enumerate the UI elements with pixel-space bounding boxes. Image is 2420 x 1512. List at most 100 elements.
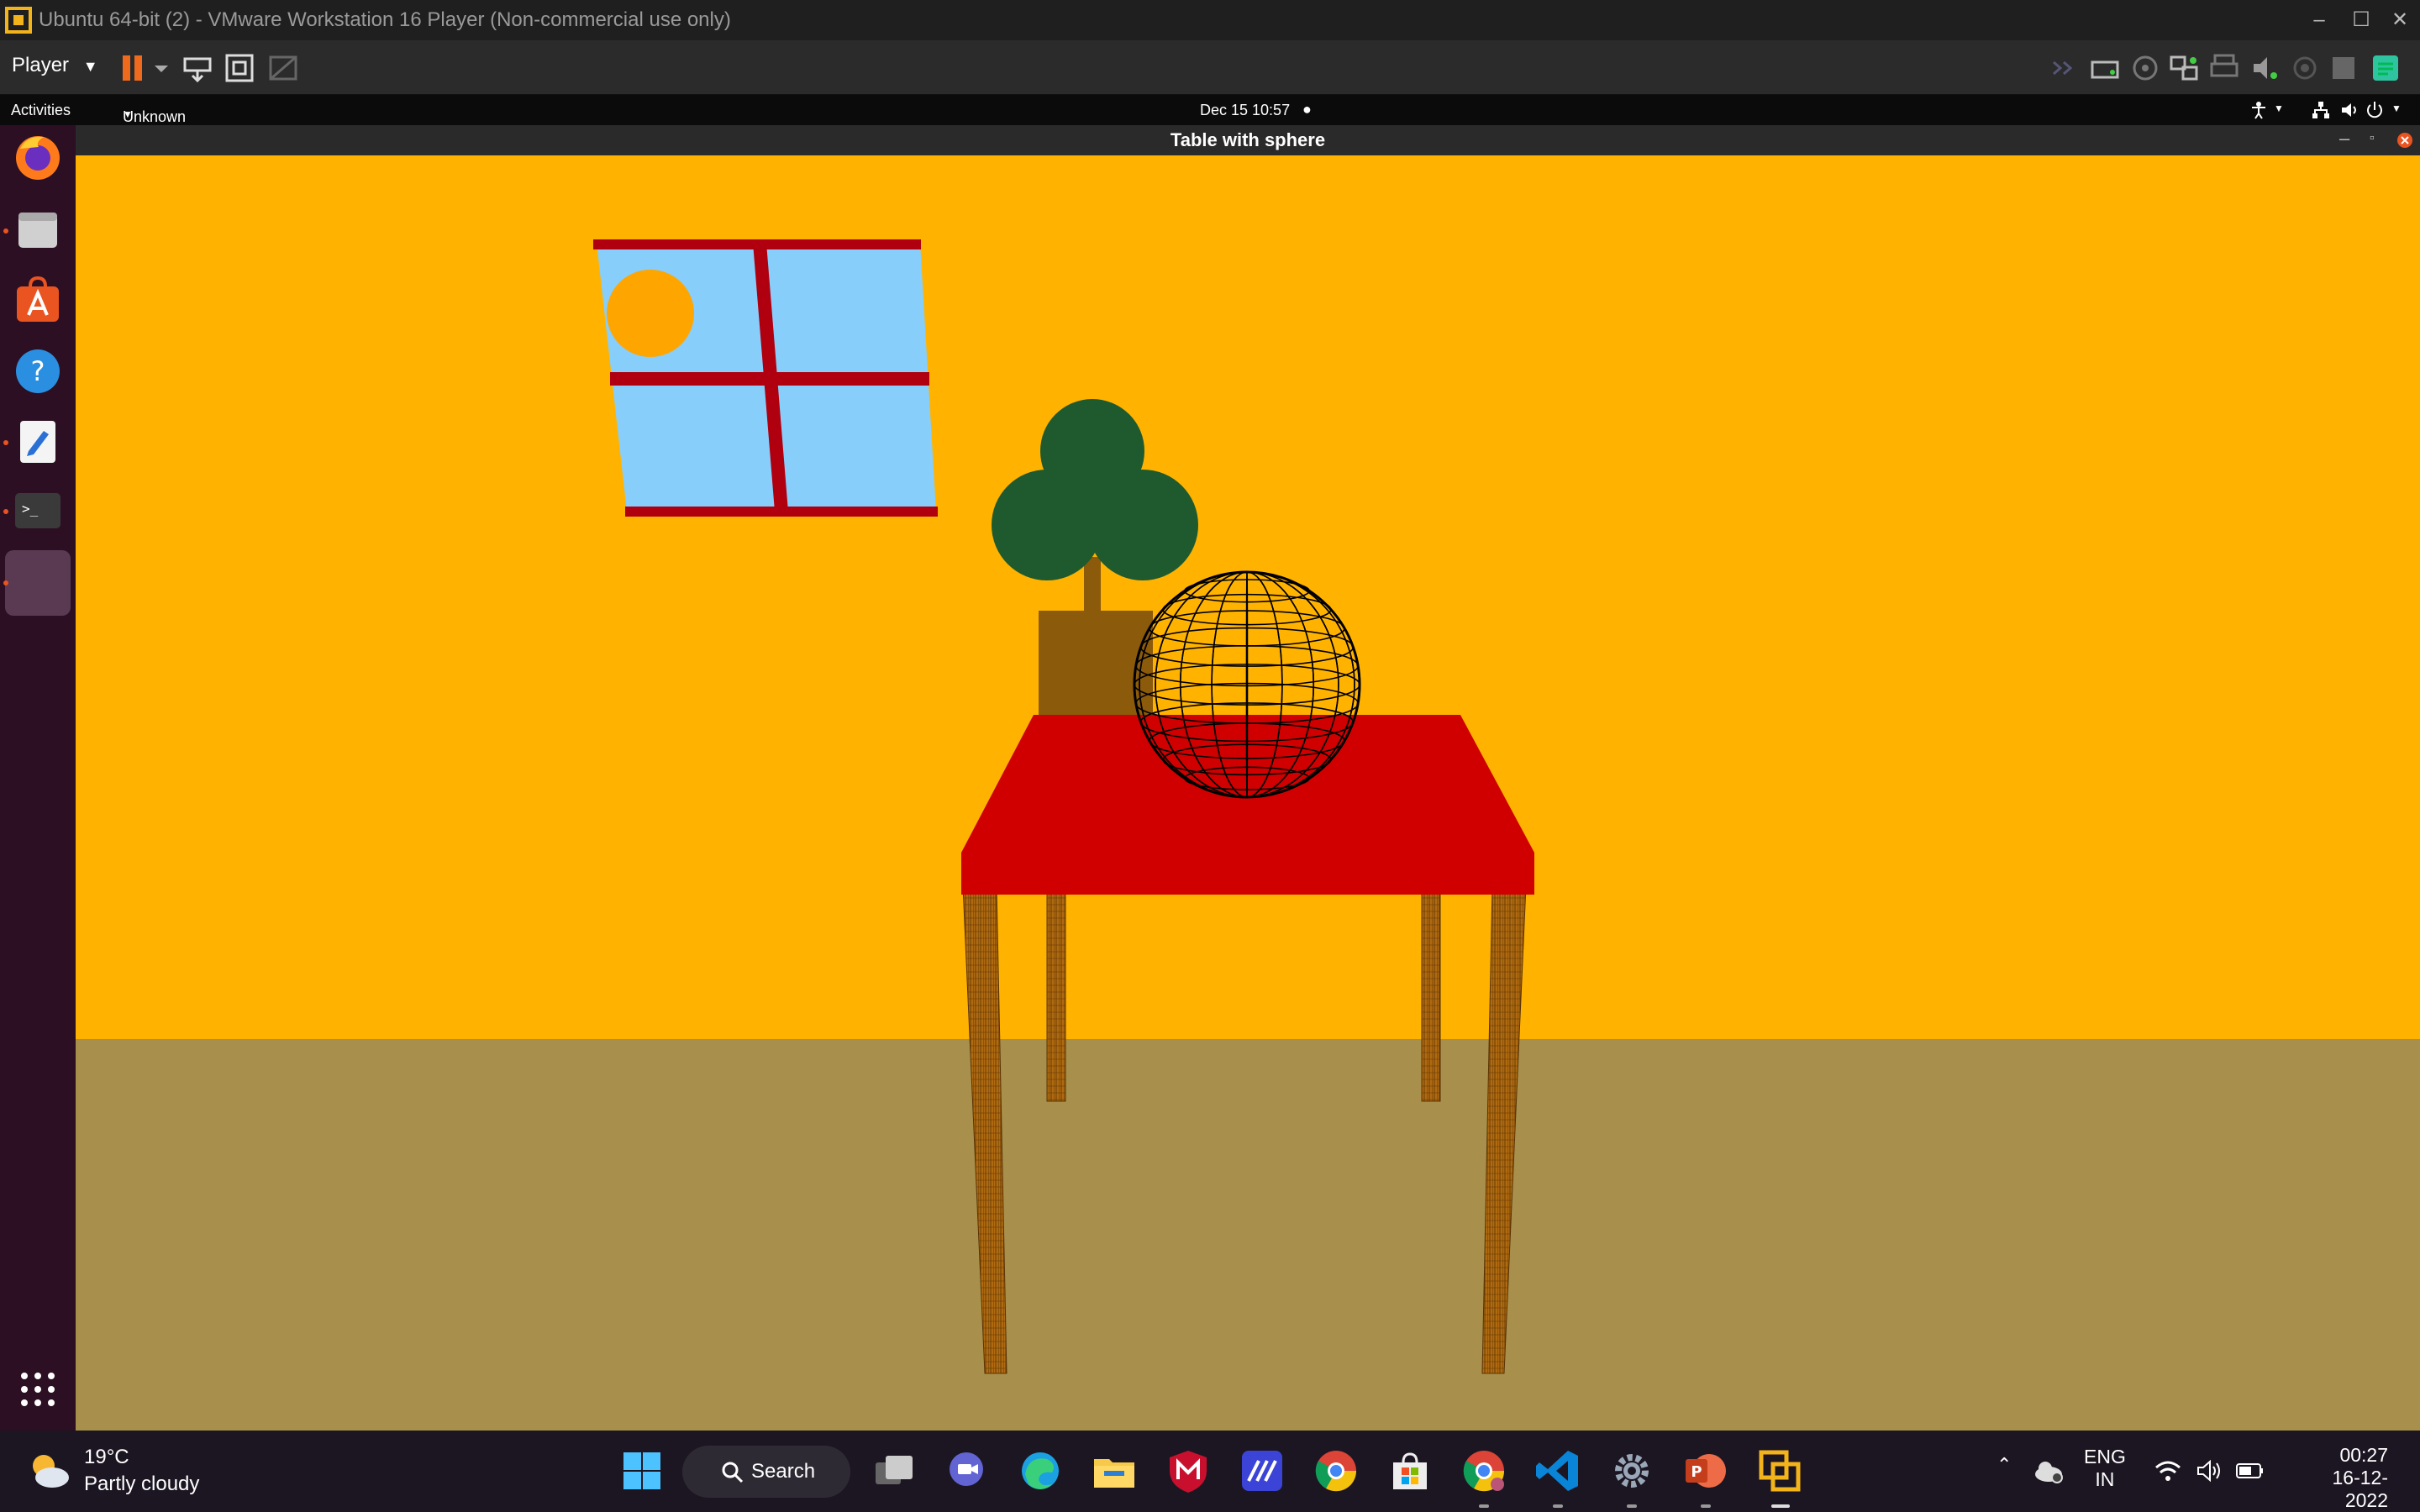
sphere-longitude-line — [1245, 571, 1249, 798]
onedrive-icon[interactable] — [2032, 1456, 2065, 1484]
player-menu-label: Player — [12, 54, 70, 76]
ubuntu-top-bar: Activities Unknown ▼ Dec 15 10:57 ● ▼ ▼ — [0, 95, 2420, 125]
running-indicator — [3, 440, 8, 445]
running-app-icon[interactable] — [5, 550, 71, 616]
running-indicator — [3, 580, 8, 585]
window-title: Ubuntu 64-bit (2) - VMware Workstation 1… — [39, 8, 731, 31]
app-close-button[interactable] — [2396, 132, 2413, 149]
help-icon[interactable]: ? — [10, 344, 66, 399]
running-indicator-active — [1771, 1504, 1790, 1508]
region-code: IN — [2095, 1468, 2115, 1490]
svg-text:>_: >_ — [22, 501, 39, 517]
search-button[interactable]: Search — [682, 1446, 850, 1498]
microsoft-store-icon[interactable] — [1385, 1446, 1435, 1496]
running-indicator — [3, 509, 8, 514]
volume-icon[interactable] — [2339, 100, 2360, 120]
close-button[interactable]: ✕ — [2383, 3, 2417, 37]
mathpix-icon[interactable] — [1237, 1446, 1287, 1496]
language-indicator[interactable]: ENG IN — [2084, 1446, 2126, 1491]
mcafee-icon[interactable] — [1163, 1446, 1213, 1496]
weather-temp: 19°C — [84, 1446, 129, 1468]
edge-icon[interactable] — [1015, 1446, 1065, 1496]
file-explorer-icon[interactable] — [1089, 1446, 1139, 1496]
running-indicator — [1479, 1504, 1489, 1508]
vmware-titlebar: Ubuntu 64-bit (2) - VMware Workstation 1… — [0, 0, 2420, 40]
vmware-logo-icon — [5, 7, 32, 34]
app-maximize-button[interactable]: ▫ — [2370, 123, 2375, 154]
network-adapter-icon[interactable] — [2168, 52, 2200, 84]
firefox-icon[interactable] — [10, 130, 66, 186]
partly-cloudy-icon — [33, 1455, 69, 1488]
terminal-icon[interactable]: >_ — [10, 483, 66, 538]
vmware-toolbar: Player ▼ — [0, 40, 2420, 95]
storage-icon[interactable] — [2328, 52, 2360, 84]
vmware-taskbar-icon[interactable] — [1754, 1446, 1805, 1496]
battery-icon[interactable] — [2235, 1461, 2265, 1481]
chevron-down-icon[interactable]: ▼ — [2274, 102, 2284, 114]
table-leg-back-left — [1046, 885, 1066, 1102]
send-ctrl-alt-del-icon[interactable] — [182, 52, 213, 84]
speaker-icon[interactable] — [2196, 1459, 2223, 1483]
running-indicator — [1701, 1504, 1711, 1508]
power-icon[interactable] — [2365, 100, 2385, 120]
running-indicator — [1553, 1504, 1563, 1508]
app-minimize-button[interactable]: – — [2339, 123, 2349, 154]
chevron-down-icon[interactable] — [151, 52, 171, 84]
app-window-title: Table with sphere — [1170, 129, 1326, 150]
opengl-scene — [76, 155, 2420, 1431]
fullscreen-icon[interactable] — [224, 52, 255, 84]
show-applications-icon[interactable] — [17, 1368, 59, 1410]
files-icon[interactable] — [10, 202, 66, 258]
unity-mode-icon[interactable] — [267, 52, 299, 84]
vscode-icon[interactable] — [1533, 1446, 1583, 1496]
teams-chat-icon[interactable] — [941, 1446, 992, 1496]
player-menu[interactable]: Player ▼ — [12, 54, 98, 77]
ubuntu-software-icon[interactable] — [10, 273, 66, 328]
activities-button[interactable]: Activities — [11, 102, 71, 119]
show-hidden-icons-chevron-up-icon[interactable]: ⌃ — [1996, 1454, 2012, 1476]
task-view-icon[interactable] — [869, 1446, 919, 1496]
messages-icon[interactable] — [2370, 52, 2402, 84]
clock-date: 16-12-2022 — [2332, 1467, 2388, 1511]
pause-icon[interactable] — [119, 52, 151, 84]
table-leg-back-right — [1421, 885, 1441, 1102]
start-windows-icon[interactable] — [617, 1446, 667, 1496]
language-code: ENG — [2084, 1446, 2126, 1467]
clock[interactable]: 00:27 16-12-2022 — [2291, 1444, 2388, 1512]
clock-time: 00:27 — [2339, 1444, 2388, 1466]
sun — [607, 270, 694, 357]
chrome-icon[interactable] — [1311, 1446, 1361, 1496]
search-icon — [722, 1462, 744, 1483]
chevron-down-icon[interactable]: ▼ — [2391, 102, 2402, 114]
usb-device-icon[interactable] — [2289, 52, 2321, 84]
chevron-down-icon: ▼ — [123, 108, 133, 120]
network-icon[interactable] — [2311, 100, 2331, 120]
wifi-icon[interactable] — [2154, 1459, 2181, 1483]
svg-text:?: ? — [31, 355, 45, 387]
hard-disk-icon[interactable] — [2089, 52, 2121, 84]
running-indicator — [1627, 1504, 1637, 1508]
date-time[interactable]: Dec 15 10:57 — [1200, 102, 1290, 119]
minimize-button[interactable]: – — [2302, 3, 2336, 37]
app-window-header: Table with sphere – ▫ — [76, 125, 2420, 155]
ubuntu-dock: ? >_ — [0, 125, 76, 1431]
plant-stem — [1084, 557, 1101, 614]
floor — [76, 1039, 2420, 1431]
chevron-down-icon: ▼ — [82, 58, 98, 75]
maximize-button[interactable]: ☐ — [2344, 3, 2378, 37]
notification-dot-icon: ● — [1302, 101, 1312, 118]
text-editor-icon[interactable] — [10, 414, 66, 470]
chrome-profile-icon[interactable] — [1459, 1446, 1509, 1496]
settings-gear-icon[interactable] — [1607, 1446, 1657, 1496]
running-indicator — [3, 228, 8, 234]
double-chevron-icon[interactable] — [2050, 52, 2082, 84]
accessibility-icon[interactable] — [2249, 100, 2269, 120]
cd-dvd-icon[interactable] — [2129, 52, 2161, 84]
search-label: Search — [751, 1460, 816, 1483]
sound-card-icon[interactable] — [2249, 52, 2281, 84]
svg-text:P: P — [1691, 1463, 1702, 1481]
printer-icon[interactable] — [2208, 52, 2240, 84]
powerpoint-icon[interactable]: P — [1681, 1446, 1731, 1496]
weather-description: Partly cloudy — [84, 1473, 200, 1495]
wall — [76, 155, 2420, 1039]
